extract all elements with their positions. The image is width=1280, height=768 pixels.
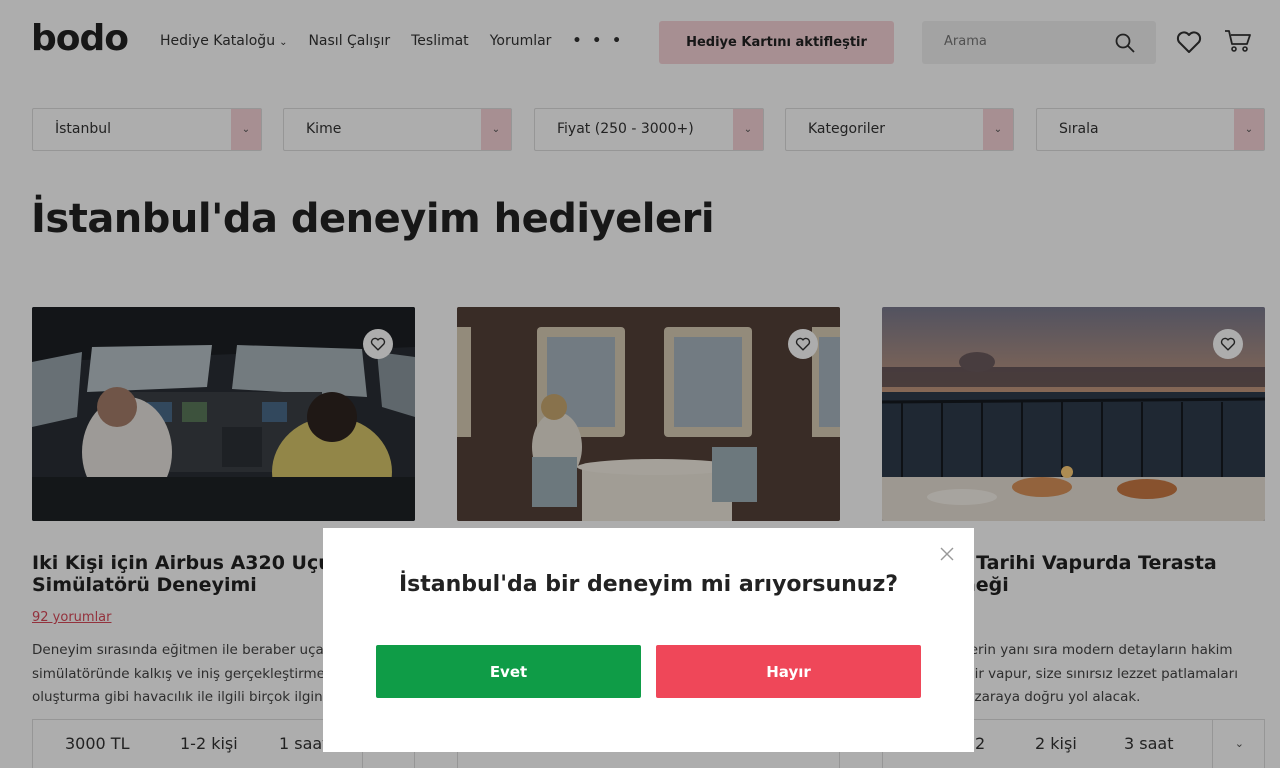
modal-question: İstanbul'da bir deneyim mi arıyorsunuz? xyxy=(398,572,899,597)
no-button[interactable]: Hayır xyxy=(656,645,921,698)
close-icon[interactable] xyxy=(940,547,954,561)
city-confirm-modal: İstanbul'da bir deneyim mi arıyorsunuz? … xyxy=(323,528,974,752)
yes-button[interactable]: Evet xyxy=(376,645,641,698)
